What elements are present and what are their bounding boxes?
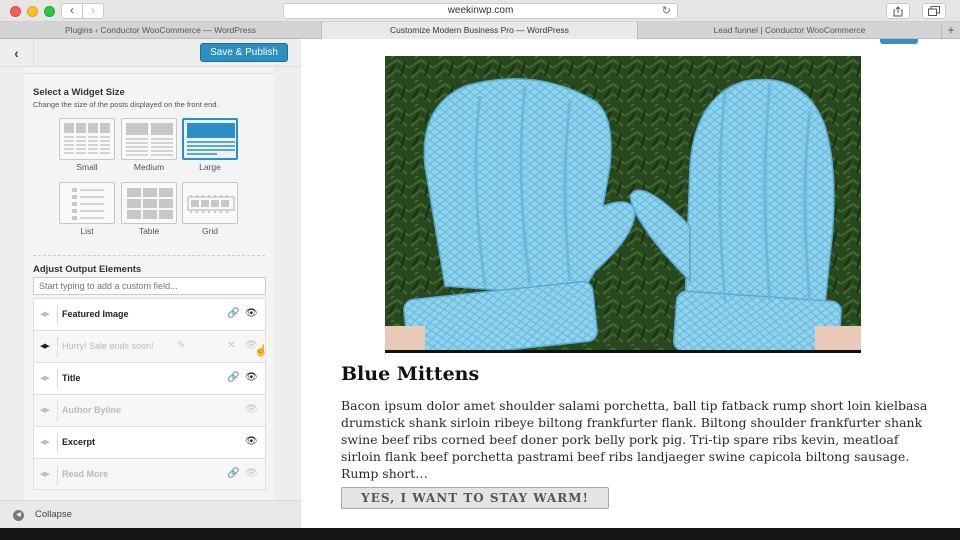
minimize-window-button[interactable] bbox=[27, 6, 38, 17]
eye-icon[interactable]: 👁 bbox=[245, 436, 258, 447]
output-row-label: Featured Image bbox=[62, 309, 129, 319]
tabs-icon bbox=[928, 6, 940, 16]
size-label-medium: Medium bbox=[133, 162, 165, 172]
size-label-grid: Grid bbox=[201, 226, 219, 236]
url-text: weekinwp.com bbox=[447, 5, 514, 16]
link-icon[interactable]: 🔗 bbox=[227, 468, 239, 479]
medium-layout-icon bbox=[126, 123, 173, 156]
cta-button[interactable]: YES, I WANT TO STAY WARM! bbox=[341, 487, 609, 509]
collapse-arrow-icon: ◀ bbox=[13, 510, 24, 521]
blue-mittens-photo bbox=[385, 56, 861, 350]
close-window-button[interactable] bbox=[10, 6, 21, 17]
output-row-label: Title bbox=[62, 373, 81, 383]
large-layout-icon bbox=[187, 123, 235, 155]
chevron-left-icon: ‹ bbox=[70, 3, 74, 17]
section-top-edge bbox=[24, 67, 274, 74]
output-row-title[interactable]: ◀▶ Title 🔗 👁 bbox=[33, 362, 266, 394]
eye-icon[interactable]: 👁 bbox=[245, 372, 258, 383]
site-preview: Blue Mittens Bacon ipsum dolor amet shou… bbox=[301, 39, 960, 528]
size-label-large: Large bbox=[199, 162, 221, 172]
link-icon[interactable]: 🔗 bbox=[227, 308, 239, 319]
chevron-left-icon: ‹ bbox=[14, 45, 19, 61]
show-tabs-button[interactable] bbox=[922, 3, 946, 19]
share-button[interactable] bbox=[886, 3, 910, 19]
row-separator bbox=[57, 337, 58, 357]
output-row-label: Read More bbox=[62, 469, 109, 479]
customizer-sidebar: ‹ Save & Publish Select a Widget Size Ch… bbox=[0, 39, 301, 528]
back-button[interactable]: ‹ bbox=[61, 3, 83, 19]
reorder-arrows-icon[interactable]: ◀▶ bbox=[40, 470, 50, 478]
widget-size-title: Select a Widget Size bbox=[33, 87, 125, 98]
widget-settings-panel[interactable]: Select a Widget Size Change the size of … bbox=[24, 67, 274, 500]
list-layout-icon bbox=[72, 188, 104, 220]
output-row-sale-notice[interactable]: ◀▶ Hurry! Sale ends soon! ✎ ✕ 👁 ☝ bbox=[33, 330, 268, 362]
reorder-arrows-icon[interactable]: ◀▶ bbox=[40, 438, 50, 446]
output-elements-title: Adjust Output Elements bbox=[33, 264, 142, 275]
size-option-table[interactable] bbox=[121, 182, 177, 224]
browser-titlebar: ‹ › weekinwp.com ↻ bbox=[0, 0, 960, 528]
tab-customize[interactable]: Customize Modern Business Pro — WordPres… bbox=[322, 22, 638, 39]
size-option-grid[interactable] bbox=[182, 182, 238, 224]
output-row-featured-image[interactable]: ◀▶ Featured Image 🔗 👁 bbox=[33, 298, 266, 330]
reorder-arrows-icon[interactable]: ◀▶ bbox=[40, 310, 50, 318]
row-separator bbox=[57, 369, 58, 389]
customizer-header: ‹ Save & Publish bbox=[0, 39, 301, 67]
output-row-label: Excerpt bbox=[62, 437, 96, 447]
new-tab-button[interactable]: + bbox=[942, 22, 960, 39]
reorder-arrows-icon[interactable]: ◀▶ bbox=[40, 374, 50, 382]
share-icon bbox=[893, 6, 903, 17]
preview-top-button[interactable] bbox=[880, 39, 918, 44]
link-icon[interactable]: 🔗 bbox=[227, 372, 239, 383]
reorder-arrows-icon[interactable]: ◀▶ bbox=[40, 342, 50, 350]
row-separator bbox=[57, 305, 58, 325]
row-separator bbox=[57, 401, 58, 421]
table-layout-icon bbox=[127, 188, 173, 219]
product-featured-image[interactable] bbox=[385, 56, 861, 353]
size-option-list[interactable] bbox=[59, 182, 115, 224]
eye-icon[interactable]: 👁 bbox=[245, 308, 258, 319]
output-row-label: Author Byline bbox=[62, 405, 122, 415]
pointer-cursor-icon: ☝ bbox=[254, 345, 268, 357]
customizer-back-button[interactable]: ‹ bbox=[0, 39, 34, 67]
sidebar-scroll-track[interactable] bbox=[274, 67, 301, 500]
custom-field-input[interactable] bbox=[33, 277, 266, 295]
size-label-table: Table bbox=[138, 226, 160, 236]
collapse-sidebar-button[interactable]: ◀ Collapse bbox=[0, 500, 301, 528]
size-option-small[interactable] bbox=[59, 118, 115, 160]
chevron-right-icon: › bbox=[91, 3, 95, 17]
eye-hidden-icon[interactable]: 👁 bbox=[245, 404, 258, 415]
size-option-large[interactable] bbox=[182, 118, 238, 160]
collapse-label: Collapse bbox=[35, 509, 72, 520]
product-title[interactable]: Blue Mittens bbox=[341, 363, 479, 385]
tab-lead-funnel[interactable]: Lead funnel | Conductor WooCommerce bbox=[638, 22, 942, 39]
close-icon[interactable]: ✕ bbox=[227, 340, 235, 351]
save-publish-button[interactable]: Save & Publish bbox=[200, 43, 288, 62]
section-divider bbox=[33, 255, 265, 256]
output-row-label: Hurry! Sale ends soon! bbox=[62, 341, 154, 351]
reorder-arrows-icon[interactable]: ◀▶ bbox=[40, 406, 50, 414]
tab-strip: Plugins ‹ Conductor WooCommerce — WordPr… bbox=[0, 22, 960, 39]
eye-hidden-icon[interactable]: 👁 bbox=[245, 468, 258, 479]
small-layout-icon bbox=[64, 123, 110, 154]
size-label-small: Small bbox=[76, 162, 98, 172]
forward-button[interactable]: › bbox=[82, 3, 104, 19]
bottom-letterbox bbox=[0, 528, 960, 540]
zoom-window-button[interactable] bbox=[44, 6, 55, 17]
row-separator bbox=[57, 465, 58, 485]
output-row-excerpt[interactable]: ◀▶ Excerpt 👁 bbox=[33, 426, 266, 458]
pencil-icon[interactable]: ✎ bbox=[177, 340, 185, 351]
address-bar[interactable]: weekinwp.com ↻ bbox=[283, 3, 678, 19]
widget-size-description: Change the size of the posts displayed o… bbox=[33, 100, 219, 109]
reload-icon[interactable]: ↻ bbox=[662, 4, 671, 18]
tab-plugins[interactable]: Plugins ‹ Conductor WooCommerce — WordPr… bbox=[0, 22, 322, 39]
size-option-medium[interactable] bbox=[121, 118, 177, 160]
output-row-read-more[interactable]: ◀▶ Read More 🔗 👁 bbox=[33, 458, 266, 490]
row-separator bbox=[57, 433, 58, 453]
output-row-author-byline[interactable]: ◀▶ Author Byline 👁 bbox=[33, 394, 266, 426]
size-label-list: List bbox=[80, 226, 94, 236]
product-excerpt: Bacon ipsum dolor amet shoulder salami p… bbox=[341, 398, 928, 481]
grid-layout-icon bbox=[187, 195, 235, 213]
